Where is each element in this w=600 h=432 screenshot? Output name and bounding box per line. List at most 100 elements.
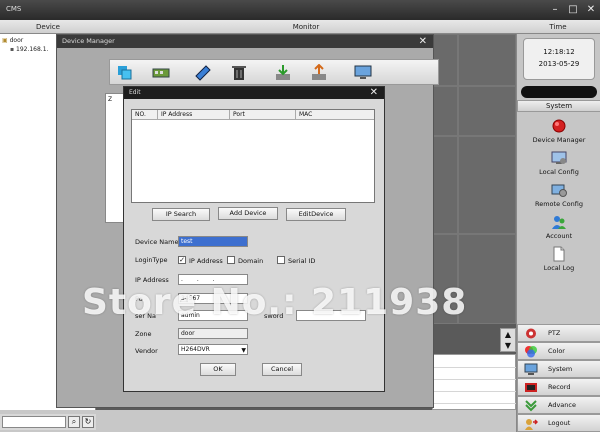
nav-advance[interactable]: Advance xyxy=(517,396,600,414)
nav-advance-label: Advance xyxy=(548,401,576,409)
local-config-button[interactable]: Local Config xyxy=(517,150,600,176)
monitor-icon[interactable] xyxy=(354,64,372,81)
col-no: NO. xyxy=(132,110,158,120)
tree-root-label: door xyxy=(9,37,24,44)
device-add-icon[interactable] xyxy=(152,64,170,81)
login-serial-label: Serial ID xyxy=(288,257,316,265)
remote-config-icon xyxy=(551,184,567,197)
col-ip-address: IP Address xyxy=(158,110,230,120)
maximize-icon[interactable]: □ xyxy=(566,3,580,16)
table-header: NO. IP Address Port MAC xyxy=(132,110,374,120)
ip-address-label: IP Address xyxy=(135,276,169,284)
port-label: Po xyxy=(135,295,143,303)
monitor-column-header: Monitor xyxy=(96,20,516,34)
minimize-icon[interactable]: – xyxy=(548,3,562,16)
refresh-icon[interactable]: ↻ xyxy=(82,416,94,428)
video-tile[interactable] xyxy=(458,136,516,234)
device-column-header: Device xyxy=(0,20,96,34)
arrow-down-icon[interactable]: ▼ xyxy=(501,340,515,351)
record-icon xyxy=(525,383,537,392)
device-search-input[interactable] xyxy=(2,416,66,428)
zone-field[interactable]: door xyxy=(178,328,248,339)
device-manager-button[interactable]: Device Manager xyxy=(517,118,600,144)
local-log-button[interactable]: Local Log xyxy=(517,246,600,272)
export-icon[interactable] xyxy=(310,64,328,81)
device-name-label: Device Name xyxy=(135,238,179,246)
local-config-icon xyxy=(551,151,567,164)
nav-color-label: Color xyxy=(548,347,565,355)
close-icon[interactable]: ✕ xyxy=(419,35,427,48)
local-config-label: Local Config xyxy=(539,168,579,176)
nav-system-label: System xyxy=(548,365,573,373)
nav-logout[interactable]: Logout xyxy=(517,414,600,432)
ptz-arrows[interactable]: ▲ ▼ xyxy=(500,328,516,352)
video-tile[interactable] xyxy=(458,34,516,86)
nav-record[interactable]: Record xyxy=(517,378,600,396)
remote-config-button[interactable]: Remote Config xyxy=(517,182,600,208)
tree-child[interactable]: ▪ 192.168.1. xyxy=(2,45,48,54)
vendor-select[interactable]: H264DVR ▼ xyxy=(178,344,248,355)
user-name-field[interactable]: admin xyxy=(178,310,248,321)
col-mac: MAC xyxy=(299,111,313,118)
device-list-item[interactable]: Z xyxy=(108,96,112,103)
clock-time: 12:18:12 xyxy=(543,48,575,56)
nav-ptz[interactable]: PTZ xyxy=(517,324,600,342)
login-domain-checkbox[interactable] xyxy=(227,256,235,264)
window-titlebar: CMS – □ ✕ xyxy=(0,0,600,20)
add-device-button[interactable]: Add Device xyxy=(218,207,278,220)
device-search-row: ⌕ ↻ xyxy=(0,414,96,430)
login-ip-checkbox[interactable]: ✓ xyxy=(178,256,186,264)
ok-button[interactable]: OK xyxy=(200,363,236,376)
device-manager-label: Device Manager xyxy=(532,136,586,144)
log-file-icon xyxy=(553,246,565,262)
device-manager-title-text: Device Manager xyxy=(62,37,115,45)
ip-search-button[interactable]: IP Search xyxy=(152,208,210,221)
nav-system[interactable]: System xyxy=(517,360,600,378)
close-icon[interactable]: ✕ xyxy=(584,3,598,16)
password-field[interactable] xyxy=(296,310,366,321)
device-name-field[interactable]: test xyxy=(178,236,248,247)
import-icon[interactable] xyxy=(274,64,292,81)
system-header: System xyxy=(517,100,600,112)
device-icon: ▪ xyxy=(10,46,15,53)
status-bar xyxy=(521,86,597,98)
login-serial-checkbox[interactable] xyxy=(277,256,285,264)
ptz-icon xyxy=(526,328,536,339)
local-log-label: Local Log xyxy=(543,264,575,272)
device-list[interactable]: Z xyxy=(105,93,125,223)
account-button[interactable]: Account xyxy=(517,214,600,240)
clock-date: 2013-05-29 xyxy=(538,60,580,68)
remote-config-label: Remote Config xyxy=(534,200,583,208)
user-name-label: ser Na xyxy=(135,312,156,320)
zone-label: Zone xyxy=(135,330,152,338)
device-manager-title: Device Manager ✕ xyxy=(57,35,433,48)
port-field[interactable]: 34567 xyxy=(178,293,248,304)
video-tile[interactable] xyxy=(458,234,516,324)
cancel-button[interactable]: Cancel xyxy=(262,363,302,376)
account-icon xyxy=(552,216,566,229)
folder-icon: ▣ xyxy=(2,37,8,44)
video-tile[interactable] xyxy=(458,86,516,136)
window-title: CMS xyxy=(6,5,22,13)
tree-root[interactable]: ▣ door xyxy=(2,36,48,45)
password-label: sword xyxy=(264,312,284,320)
arrow-up-icon[interactable]: ▲ xyxy=(501,329,515,340)
group-add-icon[interactable] xyxy=(116,64,134,81)
record-red-icon xyxy=(552,119,566,133)
edit-icon[interactable] xyxy=(194,64,212,81)
device-search-table: NO. IP Address Port MAC xyxy=(131,109,375,203)
tree-child-label: 192.168.1. xyxy=(16,46,49,53)
close-icon[interactable]: ✕ xyxy=(370,87,378,99)
login-type-label: LoginType xyxy=(135,256,168,264)
log-grid xyxy=(432,354,517,410)
advance-icon xyxy=(525,400,537,412)
login-domain-label: Domain xyxy=(238,257,264,265)
nav-color[interactable]: Color xyxy=(517,342,600,360)
edit-device-button[interactable]: EditDevice xyxy=(286,208,346,221)
trash-icon[interactable] xyxy=(230,64,248,81)
ip-address-field[interactable]: . . . xyxy=(178,274,248,285)
chevron-down-icon[interactable]: ▼ xyxy=(241,346,246,355)
device-tree: ▣ door ▪ 192.168.1. xyxy=(2,36,48,54)
nav-logout-label: Logout xyxy=(548,419,571,427)
search-icon[interactable]: ⌕ xyxy=(68,416,80,428)
